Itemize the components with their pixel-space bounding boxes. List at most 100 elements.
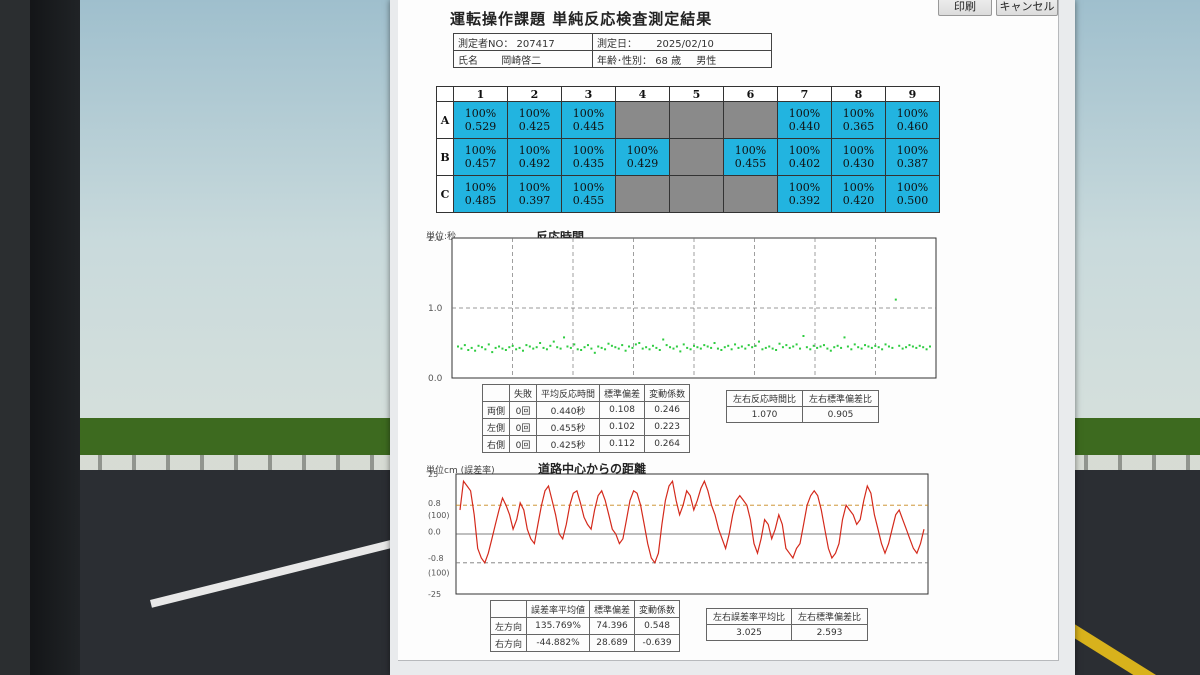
grid-row: A 100% 0.529 100% 0.425 100% 0.445 100% 0.440 100… bbox=[436, 101, 940, 139]
data-point bbox=[525, 344, 528, 347]
grid-column-header: 5 bbox=[669, 86, 724, 102]
data-point bbox=[911, 345, 914, 348]
grid-cell-percent: 100% bbox=[788, 181, 821, 194]
print-button[interactable]: 印刷 bbox=[938, 0, 992, 16]
data-point bbox=[771, 347, 774, 350]
data-point bbox=[593, 351, 596, 354]
dist-cell: 0.548 bbox=[634, 617, 681, 635]
date-value: 2025/02/10 bbox=[656, 38, 714, 50]
data-point bbox=[915, 346, 918, 349]
data-point bbox=[542, 346, 545, 349]
dist-header: 標準偏差 bbox=[589, 600, 636, 618]
grid-cell-percent: 100% bbox=[572, 144, 605, 157]
data-point bbox=[703, 344, 706, 347]
dist-header: 誤差率平均値 bbox=[526, 600, 591, 618]
data-point bbox=[764, 346, 767, 349]
date-cell: 測定日： 2025/02/10 bbox=[592, 33, 772, 51]
grid-column-header: 4 bbox=[615, 86, 670, 102]
data-point bbox=[778, 342, 781, 345]
rt-header: 変動係数 bbox=[644, 384, 691, 402]
y-tick-label: 0.0 bbox=[428, 374, 443, 384]
distance-ratio-table: 左右誤差率平均比 左右標準偏差比 3.025 2.593 bbox=[705, 608, 869, 641]
dist-ratio-value-1: 3.025 bbox=[705, 624, 793, 641]
grid-cell-time: 0.455 bbox=[734, 157, 767, 170]
grid-cell: 100% 0.529 bbox=[453, 101, 508, 139]
data-point bbox=[634, 343, 637, 346]
data-point bbox=[474, 349, 477, 352]
data-point bbox=[843, 336, 846, 339]
cancel-button[interactable]: キャンセル bbox=[996, 0, 1058, 16]
data-point bbox=[775, 349, 778, 351]
data-point bbox=[614, 346, 617, 349]
grid-cell-percent: 100% bbox=[464, 144, 497, 157]
grid-cell-time: 0.429 bbox=[626, 157, 659, 170]
measurer-cell: 測定者NO： 207417 bbox=[453, 33, 593, 51]
data-point bbox=[549, 344, 552, 347]
grid-cell: 100% 0.460 bbox=[885, 101, 940, 139]
data-point bbox=[693, 344, 695, 347]
grid-cell-time: 0.500 bbox=[896, 194, 929, 207]
rt-cell: 0回 bbox=[509, 401, 538, 419]
data-point bbox=[922, 346, 925, 349]
grid-column-header: 8 bbox=[831, 86, 886, 102]
dist-cell: 135.769% bbox=[526, 617, 591, 635]
data-point bbox=[905, 346, 908, 349]
data-point bbox=[929, 345, 931, 348]
data-point bbox=[610, 344, 613, 347]
rt-cell: 両側 bbox=[481, 401, 511, 419]
name-cell: 氏名 岡崎啓二 bbox=[453, 50, 593, 68]
data-point bbox=[894, 298, 897, 301]
data-point bbox=[600, 346, 603, 349]
data-point bbox=[648, 348, 651, 351]
data-point bbox=[809, 348, 812, 351]
data-point bbox=[621, 344, 624, 347]
data-point bbox=[867, 345, 870, 348]
data-point bbox=[576, 348, 579, 351]
grid-cell-time: 0.387 bbox=[896, 157, 929, 170]
data-point bbox=[819, 345, 822, 348]
rt-cell: 0.264 bbox=[644, 435, 691, 453]
grid-row: B 100% 0.457 100% 0.492 100% 0.435 100% 0.429 100… bbox=[436, 138, 940, 176]
road-center-distance-chart: 25 0.8 (100) 0.0 -0.8 (100) -25 bbox=[428, 470, 929, 598]
grid-cell-time: 0.365 bbox=[842, 120, 875, 133]
grid-cell bbox=[669, 175, 724, 213]
y-tick-label: 1.0 bbox=[428, 304, 443, 314]
grid-cell: 100% 0.492 bbox=[507, 138, 562, 176]
dist-cell: 28.689 bbox=[589, 634, 636, 652]
data-point bbox=[884, 343, 887, 346]
grid-cell-percent: 100% bbox=[572, 107, 605, 120]
dist-row: 左方向 135.769% 74.396 0.548 bbox=[489, 617, 681, 635]
data-point bbox=[655, 346, 658, 349]
dist-cell: 74.396 bbox=[589, 617, 636, 635]
grid-cell bbox=[723, 101, 778, 139]
data-point bbox=[846, 345, 849, 348]
grid-cell-percent: 100% bbox=[896, 181, 929, 194]
dist-ratio-header-1: 左右誤差率平均比 bbox=[705, 608, 793, 625]
data-point bbox=[716, 347, 719, 350]
data-point bbox=[788, 346, 791, 349]
rt-cell: 0.440秒 bbox=[536, 401, 601, 419]
rt-cell: 0.246 bbox=[644, 401, 691, 419]
grid-column-header: 1 bbox=[453, 86, 508, 102]
rt-header bbox=[481, 384, 511, 402]
grid-cell: 100% 0.387 bbox=[885, 138, 940, 176]
grid-cell-percent: 100% bbox=[734, 144, 767, 157]
rt-row: 両側 0回 0.440秒 0.108 0.246 bbox=[481, 401, 691, 419]
grid-cell: 100% 0.402 bbox=[777, 138, 832, 176]
data-point bbox=[706, 345, 709, 348]
data-point bbox=[686, 346, 689, 349]
data-point bbox=[597, 345, 600, 348]
data-point bbox=[799, 347, 802, 350]
age-label: 年齢･性別： bbox=[597, 55, 652, 67]
name-label: 氏名 bbox=[458, 55, 478, 67]
report-paper: 印刷 キャンセル 運転操作課題 単純反応検査測定結果 測定者NO： 207417… bbox=[398, 0, 1059, 661]
grid-cell: 100% 0.435 bbox=[561, 138, 616, 176]
grid-cell-percent: 100% bbox=[842, 181, 875, 194]
data-point bbox=[925, 348, 928, 351]
data-point bbox=[840, 346, 843, 349]
dist-cell: 左方向 bbox=[489, 617, 528, 635]
data-point bbox=[518, 346, 521, 349]
data-point bbox=[857, 346, 860, 349]
data-point bbox=[754, 344, 757, 347]
name-value: 岡崎啓二 bbox=[501, 55, 542, 67]
